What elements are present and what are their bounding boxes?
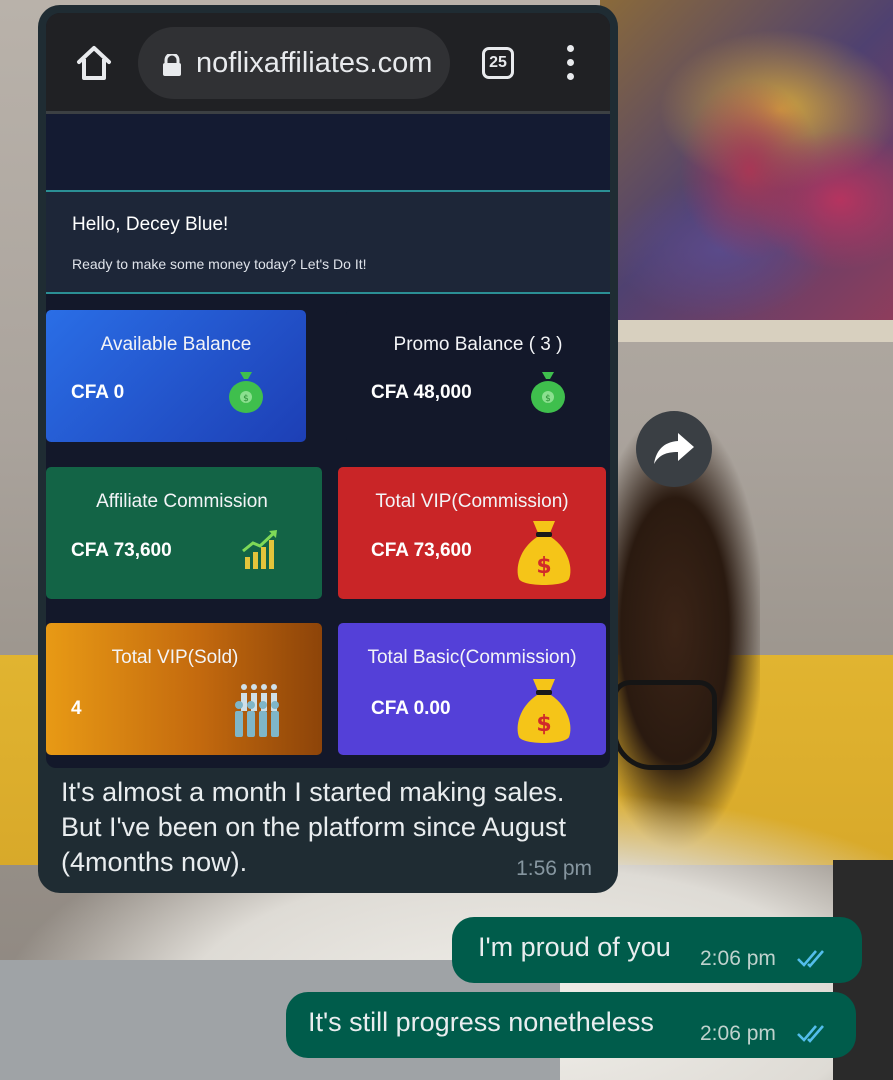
money-bag-icon: $ bbox=[229, 372, 263, 413]
outgoing-message-bubble[interactable]: It's still progress nonetheless 2:06 pm bbox=[286, 992, 856, 1058]
card-title: Promo Balance ( 3 ) bbox=[393, 334, 563, 355]
forward-button[interactable] bbox=[636, 411, 712, 487]
card-affiliate-commission[interactable]: Affiliate Commission CFA 73,600 bbox=[46, 467, 322, 599]
url-text: noflixaffiliates.com bbox=[196, 47, 433, 79]
tab-count: 25 bbox=[489, 54, 507, 71]
dollar-sack-icon: $ bbox=[517, 521, 571, 585]
card-available-balance[interactable]: Available Balance CFA 0 $ bbox=[46, 310, 306, 442]
card-value: CFA 73,600 bbox=[371, 540, 472, 561]
greeting-panel: Hello, Decey Blue! Ready to make some mo… bbox=[46, 192, 610, 292]
address-bar[interactable]: noflixaffiliates.com bbox=[138, 27, 450, 99]
shared-screenshot[interactable]: noflixaffiliates.com 25 Hello, Decey Blu… bbox=[46, 13, 610, 768]
greeting-subtitle: Ready to make some money today? Let's Do… bbox=[72, 256, 367, 272]
read-receipt-icon bbox=[797, 1025, 824, 1043]
card-total-vip-sold[interactable]: Total VIP(Sold) 4 bbox=[46, 623, 322, 755]
card-value: CFA 0.00 bbox=[371, 698, 451, 719]
incoming-message-bubble[interactable]: noflixaffiliates.com 25 Hello, Decey Blu… bbox=[38, 5, 618, 893]
tab-switcher-button[interactable]: 25 bbox=[482, 47, 514, 79]
card-total-vip-commission[interactable]: Total VIP(Commission) CFA 73,600 $ bbox=[338, 467, 606, 599]
card-value: CFA 73,600 bbox=[71, 540, 172, 561]
svg-text:$: $ bbox=[243, 394, 249, 404]
outgoing-message-time: 2:06 pm bbox=[700, 1022, 776, 1045]
card-title: Total VIP(Sold) bbox=[111, 647, 239, 668]
wall-painting bbox=[600, 0, 893, 325]
card-promo-balance[interactable]: Promo Balance ( 3 ) CFA 48,000 $ bbox=[346, 310, 610, 442]
svg-text:$: $ bbox=[545, 394, 551, 404]
svg-text:$: $ bbox=[536, 712, 551, 737]
card-title: Total Basic(Commission) bbox=[367, 647, 577, 668]
home-icon[interactable] bbox=[74, 43, 114, 83]
people-group-icon bbox=[235, 684, 279, 737]
more-menu-icon[interactable] bbox=[560, 43, 580, 83]
card-value: CFA 0 bbox=[71, 382, 125, 403]
card-total-basic-commission[interactable]: Total Basic(Commission) CFA 0.00 $ bbox=[338, 623, 606, 755]
card-value: CFA 48,000 bbox=[371, 382, 472, 403]
forward-arrow-icon bbox=[654, 433, 694, 464]
dollar-sack-icon: $ bbox=[517, 679, 571, 743]
lock-icon bbox=[163, 54, 181, 76]
outgoing-message-text: I'm proud of you bbox=[478, 932, 671, 962]
card-title: Total VIP(Commission) bbox=[375, 491, 569, 512]
read-receipt-icon bbox=[797, 950, 824, 968]
outgoing-message-text: It's still progress nonetheless bbox=[308, 1007, 654, 1037]
browser-toolbar: noflixaffiliates.com 25 bbox=[46, 13, 610, 111]
money-bag-icon: $ bbox=[531, 372, 565, 413]
site-header bbox=[46, 114, 610, 190]
card-title: Available Balance bbox=[100, 334, 252, 355]
growth-chart-icon bbox=[242, 530, 277, 569]
card-title: Affiliate Commission bbox=[96, 491, 268, 512]
svg-text:$: $ bbox=[536, 554, 551, 579]
incoming-message-time: 1:56 pm bbox=[516, 857, 592, 880]
card-value: 4 bbox=[71, 698, 82, 719]
outgoing-message-bubble[interactable]: I'm proud of you 2:06 pm bbox=[452, 917, 862, 983]
outgoing-message-time: 2:06 pm bbox=[700, 947, 776, 970]
greeting-title: Hello, Decey Blue! bbox=[72, 214, 229, 235]
